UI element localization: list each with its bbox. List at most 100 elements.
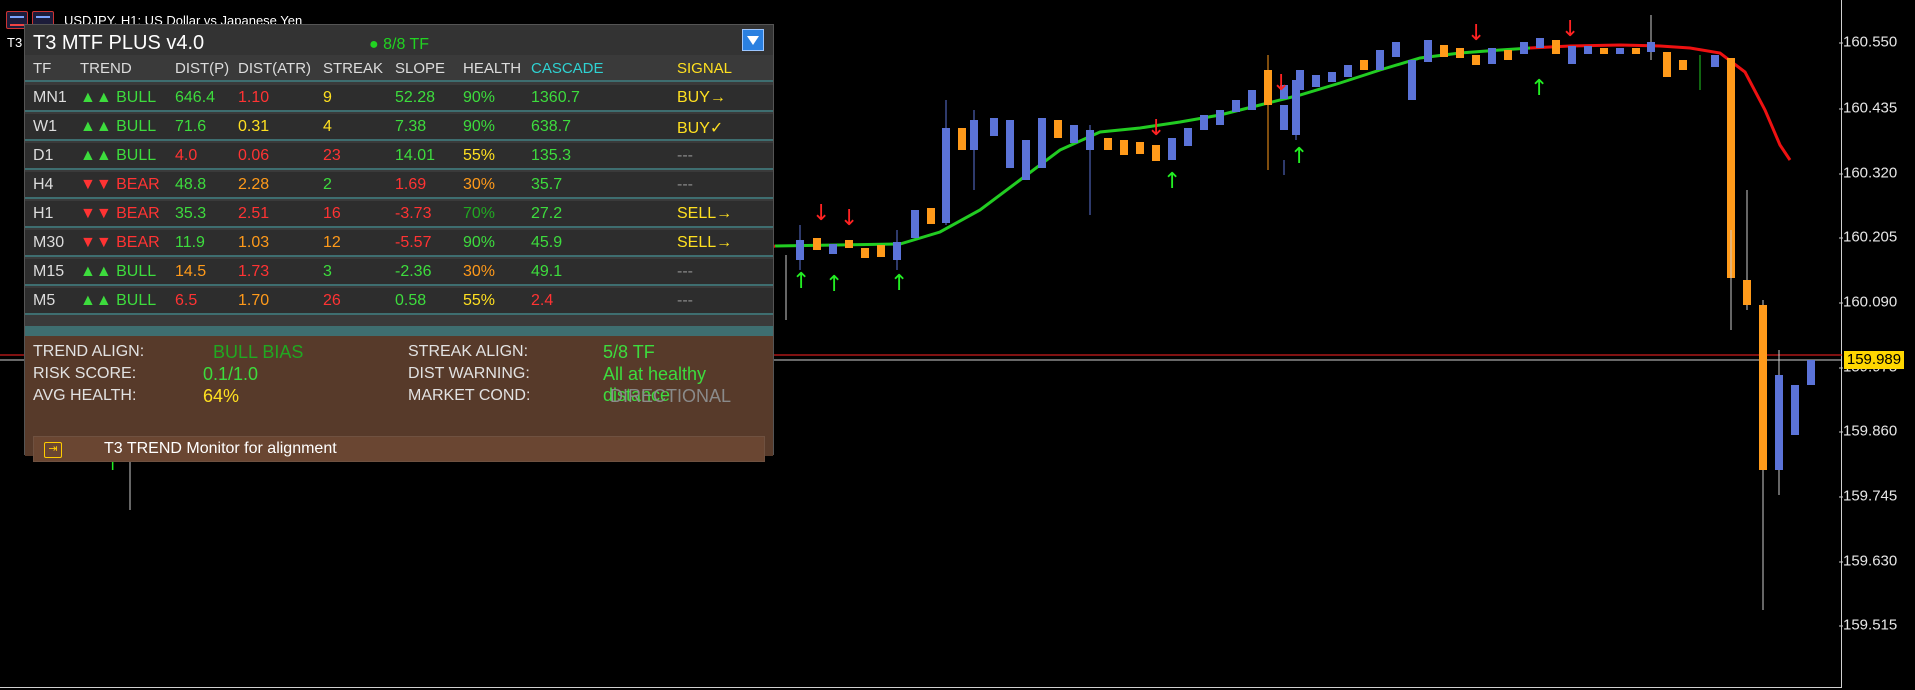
header-tf: TF <box>33 60 52 77</box>
svg-text:↓: ↓ <box>1147 116 1165 141</box>
table-row: M5 ▲▲ BULL 6.5 1.70 26 0.58 55% 2.4 --- <box>25 288 773 315</box>
table-row: H1 ▼▼ BEAR 35.3 2.51 16 -3.73 70% 27.2 S… <box>25 201 773 228</box>
tf-status: ● 8/8 TF <box>369 36 430 53</box>
panel-title: T3 MTF PLUS v4.0 <box>33 32 205 54</box>
cell-dist-p: 646.4 <box>175 89 216 106</box>
table-row: MN1 ▲▲ BULL 646.4 1.10 9 52.28 90% 1360.… <box>25 85 773 112</box>
cell-cascade: 27.2 <box>531 205 563 222</box>
price-axis: 160.550 160.435 160.320 160.205 160.090 … <box>1838 0 1915 690</box>
cell-health: 90% <box>463 89 496 106</box>
current-price-label: 159.989 <box>1844 351 1904 369</box>
svg-text:↑: ↑ <box>1530 76 1548 101</box>
header-dist-atr: DIST(ATR) <box>238 60 312 77</box>
cell-dist-p: 35.3 <box>175 205 207 222</box>
header-trend: TREND <box>80 60 132 77</box>
cell-streak: 3 <box>323 263 332 280</box>
cell-trend: ▼▼ BEAR <box>80 234 160 251</box>
panel-header[interactable]: T3 MTF PLUS v4.0 ● 8/8 TF <box>25 25 773 55</box>
cell-slope: -3.73 <box>395 205 432 222</box>
cell-streak: 4 <box>323 118 332 135</box>
cell-slope: -2.36 <box>395 263 432 280</box>
price-tick: 159.515 <box>1838 616 1898 634</box>
price-tick: 160.205 <box>1838 228 1898 246</box>
cell-dist-atr: 2.51 <box>238 205 270 222</box>
cell-health: 70% <box>463 205 496 222</box>
cell-health: 90% <box>463 234 496 251</box>
cell-tf: M15 <box>33 263 65 280</box>
price-tick: 159.630 <box>1838 552 1898 570</box>
market-cond-value: DIRECTIONAL <box>610 386 732 406</box>
cell-cascade: 49.1 <box>531 263 563 280</box>
trend-align-value: BULL BIAS <box>213 342 304 362</box>
price-tick: 160.090 <box>1838 293 1898 311</box>
cell-trend: ▲▲ BULL <box>80 263 157 280</box>
cell-dist-p: 6.5 <box>175 292 198 309</box>
price-tick: 159.745 <box>1838 487 1898 505</box>
svg-text:↓: ↓ <box>1272 71 1290 96</box>
cell-streak: 12 <box>323 234 341 251</box>
cell-slope: 0.58 <box>395 292 427 309</box>
header-dist-p: DIST(P) <box>175 60 230 77</box>
cell-slope: 52.28 <box>395 89 436 106</box>
table-row: M15 ▲▲ BULL 14.5 1.73 3 -2.36 30% 49.1 -… <box>25 259 773 286</box>
trend-align-label: TREND ALIGN: <box>33 343 145 360</box>
table-row: H4 ▼▼ BEAR 48.8 2.28 2 1.69 30% 35.7 --- <box>25 172 773 199</box>
cell-streak: 2 <box>323 176 332 193</box>
login-arrow-icon[interactable]: ⇥ <box>44 442 62 458</box>
table-row: W1 ▲▲ BULL 71.6 0.31 4 7.38 90% 638.7 BU… <box>25 114 773 141</box>
header-streak: STREAK <box>323 60 384 77</box>
cell-trend: ▼▼ BEAR <box>80 205 160 222</box>
cell-slope: 7.38 <box>395 118 427 135</box>
svg-text:↑: ↑ <box>1163 169 1181 194</box>
cell-dist-atr: 0.31 <box>238 118 270 135</box>
cell-slope: 1.69 <box>395 176 427 193</box>
cell-health: 90% <box>463 118 496 135</box>
cell-dist-atr: 1.10 <box>238 89 270 106</box>
cell-dist-p: 48.8 <box>175 176 207 193</box>
price-tick: 160.320 <box>1838 164 1898 182</box>
cell-trend: ▲▲ BULL <box>80 118 157 135</box>
cell-health: 55% <box>463 292 496 309</box>
cell-trend: ▲▲ BULL <box>80 147 157 164</box>
streak-align-label: STREAK ALIGN: <box>408 343 529 360</box>
svg-text:↓: ↓ <box>1467 21 1485 46</box>
chart-area[interactable]: ↓ ↓ ↓ ↓ ↓ ↓ ↑ ↑ ↑ ↑ ↑ ↑ ↑ USDJPY, H1: US… <box>0 0 1842 688</box>
cell-signal: --- <box>677 147 693 164</box>
cell-cascade: 135.3 <box>531 147 572 164</box>
cell-dist-atr: 0.06 <box>238 147 270 164</box>
svg-text:↓: ↓ <box>812 201 830 226</box>
price-tick: 160.550 <box>1838 33 1898 51</box>
cell-cascade: 35.7 <box>531 176 563 193</box>
collapse-icon[interactable] <box>742 29 764 51</box>
cell-signal: SELL→ <box>677 205 733 222</box>
risk-score-value: 0.1/1.0 <box>203 364 259 384</box>
cell-cascade: 1360.7 <box>531 89 580 106</box>
market-cond-label: MARKET COND: <box>408 387 531 404</box>
cell-cascade: 638.7 <box>531 118 572 135</box>
svg-text:↑: ↑ <box>792 269 810 294</box>
svg-text:↑: ↑ <box>1290 144 1308 169</box>
cell-cascade: 45.9 <box>531 234 563 251</box>
cell-dist-atr: 2.28 <box>238 176 270 193</box>
cell-signal: BUY✓ <box>677 120 724 137</box>
cell-dist-atr: 1.03 <box>238 234 270 251</box>
cell-slope: -5.57 <box>395 234 432 251</box>
monitor-bar[interactable]: ⇥ T3 TREND Monitor for alignment <box>33 436 765 462</box>
streak-align-value: 5/8 TF <box>603 342 655 362</box>
cell-tf: MN1 <box>33 89 67 106</box>
cell-health: 30% <box>463 263 496 280</box>
t3-mtf-panel[interactable]: T3 MTF PLUS v4.0 ● 8/8 TF TF TREND DIST(… <box>24 24 774 462</box>
cell-tf: M30 <box>33 234 65 251</box>
monitor-text: T3 TREND Monitor for alignment <box>104 440 337 457</box>
avg-health-value: 64% <box>203 386 240 406</box>
header-slope: SLOPE <box>395 60 446 77</box>
svg-text:↑: ↑ <box>825 272 843 297</box>
cell-dist-p: 14.5 <box>175 263 207 280</box>
cell-signal: SELL→ <box>677 234 733 251</box>
cell-tf: D1 <box>33 147 54 164</box>
cell-streak: 16 <box>323 205 341 222</box>
cell-tf: W1 <box>33 118 57 135</box>
cell-tf: H1 <box>33 205 54 222</box>
cell-dist-atr: 1.70 <box>238 292 270 309</box>
svg-text:↑: ↑ <box>890 271 908 296</box>
